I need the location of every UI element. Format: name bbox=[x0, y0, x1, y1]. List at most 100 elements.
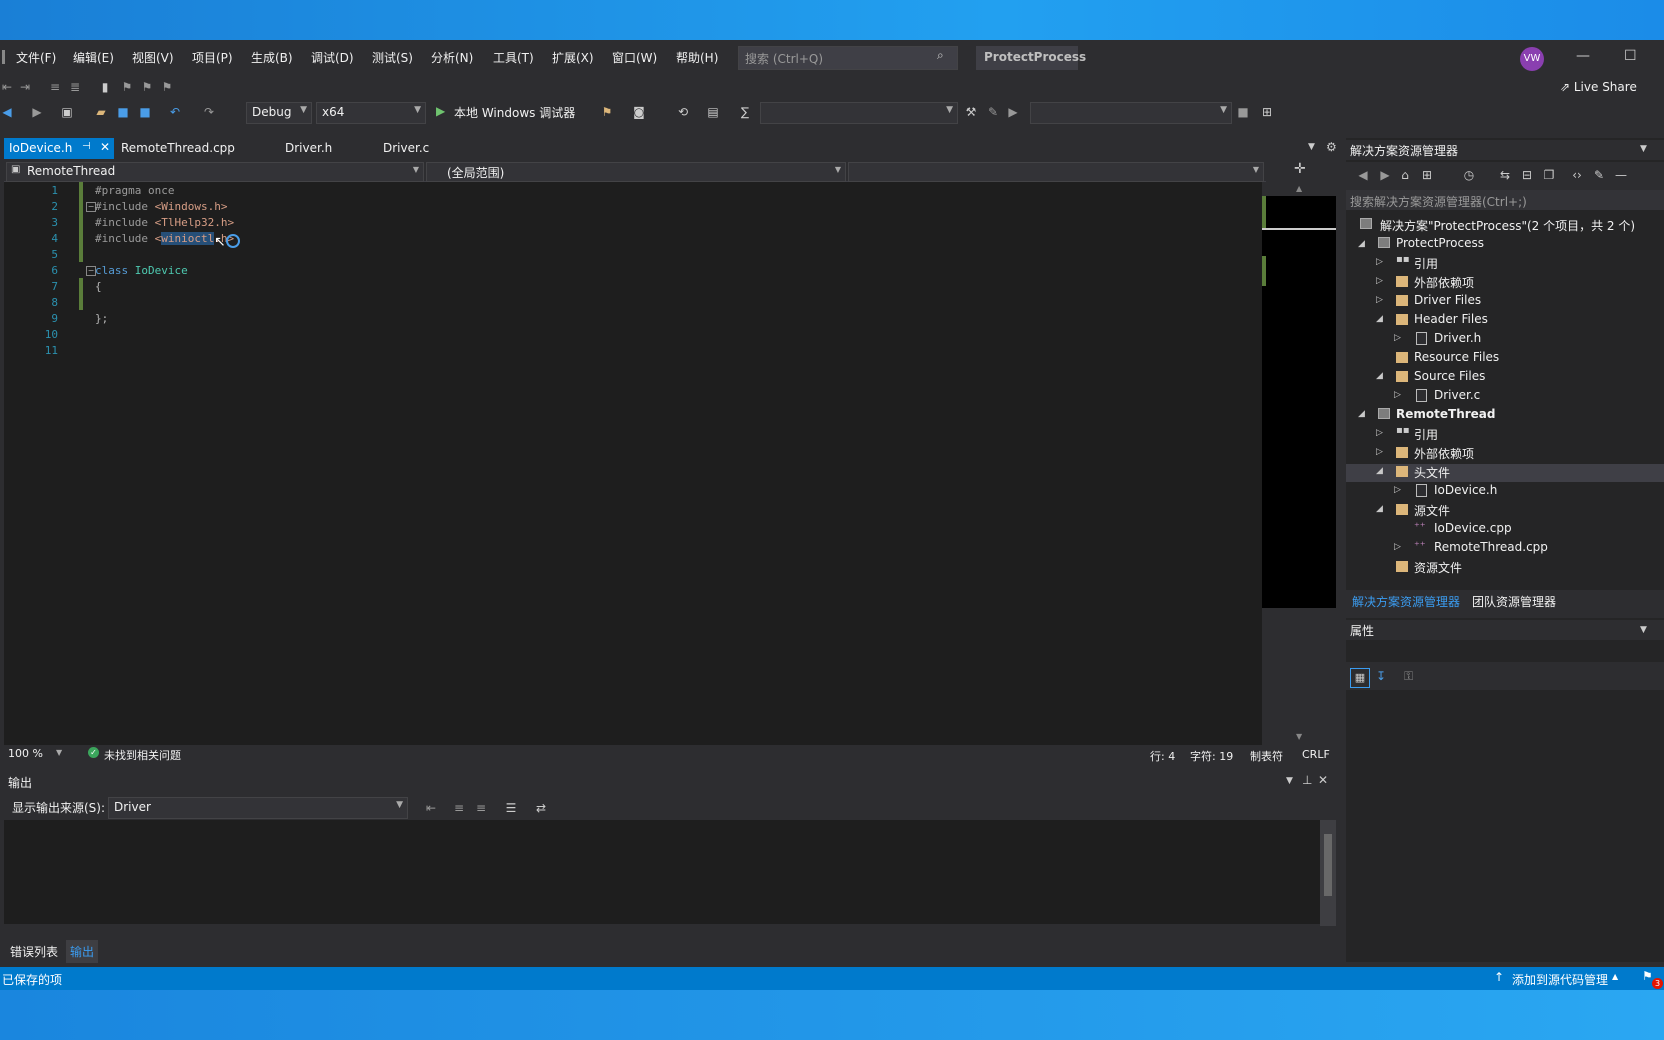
issues-status[interactable]: 未找到相关问题 bbox=[104, 747, 181, 763]
tree-item[interactable]: IoDevice.cpp bbox=[1434, 521, 1512, 535]
stop-icon[interactable]: ■ bbox=[1236, 105, 1250, 119]
next-bookmark-icon[interactable]: ⚑ bbox=[140, 80, 154, 94]
wrench-icon[interactable]: ✎ bbox=[1592, 168, 1606, 182]
maximize-icon[interactable]: ☐ bbox=[1624, 48, 1637, 64]
code-editor[interactable]: 1 2 3 4 5 6 7 8 9 10 11 − − #pragma once… bbox=[4, 182, 1264, 745]
save-icon[interactable]: ■ bbox=[116, 105, 130, 119]
project-dropdown[interactable]: ▣ RemoteThread ▼ bbox=[6, 162, 424, 182]
platform-dropdown[interactable]: x64 ▼ bbox=[316, 102, 426, 124]
tab-output[interactable]: 输出 bbox=[66, 940, 99, 963]
scroll-down-icon[interactable]: ▼ bbox=[1296, 732, 1302, 741]
tab-iodevice-h[interactable]: IoDevice.h ⊣ ✕ bbox=[4, 138, 114, 159]
tree-item[interactable]: 引用 bbox=[1414, 426, 1438, 443]
stack-frame-dropdown[interactable]: ▼ bbox=[1030, 102, 1232, 124]
add-to-source-control-button[interactable]: 添加到源代码管理 bbox=[1512, 971, 1608, 988]
collapsed-icon[interactable]: ▷ bbox=[1376, 447, 1383, 457]
back-icon[interactable]: ◀ bbox=[0, 105, 14, 119]
menu-test[interactable]: 测试(S) bbox=[372, 49, 413, 66]
tree-item[interactable]: RemoteThread bbox=[1396, 407, 1495, 421]
undo-icon[interactable]: ↶ bbox=[168, 105, 182, 119]
prev-message-icon[interactable]: ≡ bbox=[452, 801, 466, 815]
expanded-icon[interactable]: ◢ bbox=[1376, 371, 1383, 381]
tree-item[interactable]: ProtectProcess bbox=[1396, 236, 1484, 250]
expanded-icon[interactable]: ◢ bbox=[1358, 409, 1365, 419]
collapsed-icon[interactable]: ▷ bbox=[1376, 257, 1383, 267]
notification-icon[interactable]: ⚑ bbox=[1642, 969, 1653, 983]
play-icon[interactable]: ▶ bbox=[436, 104, 445, 118]
chevron-down-icon[interactable]: ▼ bbox=[1640, 625, 1647, 635]
clear-all-icon[interactable]: ☰ bbox=[504, 801, 518, 815]
output-scrollbar[interactable] bbox=[1320, 820, 1336, 926]
tab-driver-c[interactable]: Driver.c bbox=[382, 138, 462, 159]
chevron-down-icon[interactable]: ▼ bbox=[1640, 144, 1647, 154]
menu-window[interactable]: 窗口(W) bbox=[612, 49, 657, 66]
menu-tools[interactable]: 工具(T) bbox=[493, 49, 534, 66]
scroll-up-icon[interactable]: ▲ bbox=[1296, 184, 1302, 193]
tab-team-explorer[interactable]: 团队资源管理器 bbox=[1472, 593, 1556, 610]
gear-icon[interactable]: ⚙ bbox=[1326, 140, 1337, 154]
tab-error-list[interactable]: 错误列表 bbox=[10, 943, 58, 960]
tree-item[interactable]: Source Files bbox=[1414, 369, 1485, 383]
collapse-all-icon[interactable]: ⊟ bbox=[1520, 168, 1534, 182]
tree-item[interactable]: 头文件 bbox=[1414, 464, 1450, 481]
window-icon[interactable]: ▤ bbox=[706, 105, 720, 119]
menu-file[interactable]: 文件(F) bbox=[16, 49, 56, 66]
clear-bookmark-icon[interactable]: ⚑ bbox=[160, 80, 174, 94]
pending-changes-icon[interactable]: ◷ bbox=[1462, 168, 1476, 182]
collapsed-icon[interactable]: ▷ bbox=[1394, 485, 1401, 495]
solution-search-input[interactable]: 搜索解决方案资源管理器(Ctrl+;) bbox=[1346, 190, 1664, 210]
bookmark-icon[interactable]: ▮ bbox=[98, 80, 112, 94]
tree-item[interactable]: Driver Files bbox=[1414, 293, 1481, 307]
open-file-icon[interactable]: ▰ bbox=[94, 105, 108, 119]
menu-analyze[interactable]: 分析(N) bbox=[431, 49, 473, 66]
format-icon[interactable]: ∑ bbox=[738, 105, 752, 119]
tree-item[interactable]: 外部依赖项 bbox=[1414, 274, 1474, 291]
word-wrap-icon[interactable]: ⇄ bbox=[534, 801, 548, 815]
collapsed-icon[interactable]: ▷ bbox=[1376, 276, 1383, 286]
attach-icon[interactable]: ⚑ bbox=[600, 105, 614, 119]
chevron-down-icon[interactable]: ▼ bbox=[56, 748, 62, 757]
prev-bookmark-icon[interactable]: ⚑ bbox=[120, 80, 134, 94]
forward-icon[interactable]: ▶ bbox=[30, 105, 44, 119]
home-icon[interactable]: ⌂ bbox=[1398, 168, 1412, 182]
output-text-area[interactable] bbox=[4, 820, 1320, 926]
close-icon[interactable]: ✕ bbox=[1318, 773, 1328, 787]
output-source-dropdown[interactable]: Driver ▼ bbox=[108, 797, 408, 819]
save-all-icon[interactable]: ■ bbox=[138, 105, 152, 119]
split-icon[interactable]: ✛ bbox=[1294, 161, 1306, 177]
tree-item[interactable]: Driver.c bbox=[1434, 388, 1480, 402]
menu-view[interactable]: 视图(V) bbox=[132, 49, 174, 66]
sync-icon[interactable]: ⇆ bbox=[1498, 168, 1512, 182]
forward-icon[interactable]: ▶ bbox=[1378, 168, 1392, 182]
view-code-icon[interactable]: ‹› bbox=[1570, 168, 1584, 182]
collapsed-icon[interactable]: ▷ bbox=[1376, 428, 1383, 438]
expanded-icon[interactable]: ◢ bbox=[1376, 504, 1383, 514]
back-icon[interactable]: ◀ bbox=[1356, 168, 1370, 182]
camera-icon[interactable]: ◙ bbox=[632, 105, 646, 119]
run-debugger-button[interactable]: 本地 Windows 调试器 bbox=[454, 104, 575, 121]
tab-remotethread-cpp[interactable]: RemoteThread.cpp bbox=[120, 138, 260, 159]
outdent-icon[interactable]: ⇥ bbox=[18, 80, 32, 94]
tree-item[interactable]: RemoteThread.cpp bbox=[1434, 540, 1548, 554]
next-message-icon[interactable]: ≡ bbox=[474, 801, 488, 815]
uncomment-icon[interactable]: ≣ bbox=[68, 80, 82, 94]
comment-icon[interactable]: ≡ bbox=[48, 80, 62, 94]
tree-item[interactable]: Driver.h bbox=[1434, 331, 1481, 345]
minimap[interactable] bbox=[1262, 196, 1336, 608]
property-pages-icon[interactable]: ⚿ bbox=[1404, 669, 1413, 684]
config-dropdown[interactable]: Debug ▼ bbox=[246, 102, 312, 124]
collapsed-icon[interactable]: ▷ bbox=[1376, 295, 1383, 305]
tree-item[interactable]: IoDevice.h bbox=[1434, 483, 1497, 497]
menu-edit[interactable]: 编辑(E) bbox=[73, 49, 114, 66]
expanded-icon[interactable]: ◢ bbox=[1376, 466, 1383, 476]
tree-solution[interactable]: 解决方案"ProtectProcess"(2 个项目，共 2 个) bbox=[1380, 217, 1635, 234]
tree-item[interactable]: 外部依赖项 bbox=[1414, 445, 1474, 462]
close-icon[interactable]: ✕ bbox=[100, 140, 110, 154]
pencil-icon[interactable]: ✎ bbox=[986, 105, 1000, 119]
show-all-files-icon[interactable]: ❐ bbox=[1542, 168, 1556, 182]
diagram-icon[interactable]: ⊞ bbox=[1260, 105, 1274, 119]
scope-dropdown[interactable]: (全局范围) ▼ bbox=[426, 162, 846, 182]
chevron-down-icon[interactable]: ▼ bbox=[1286, 776, 1293, 786]
redo-icon[interactable]: ↷ bbox=[202, 105, 216, 119]
tree-item[interactable]: 源文件 bbox=[1414, 502, 1450, 519]
